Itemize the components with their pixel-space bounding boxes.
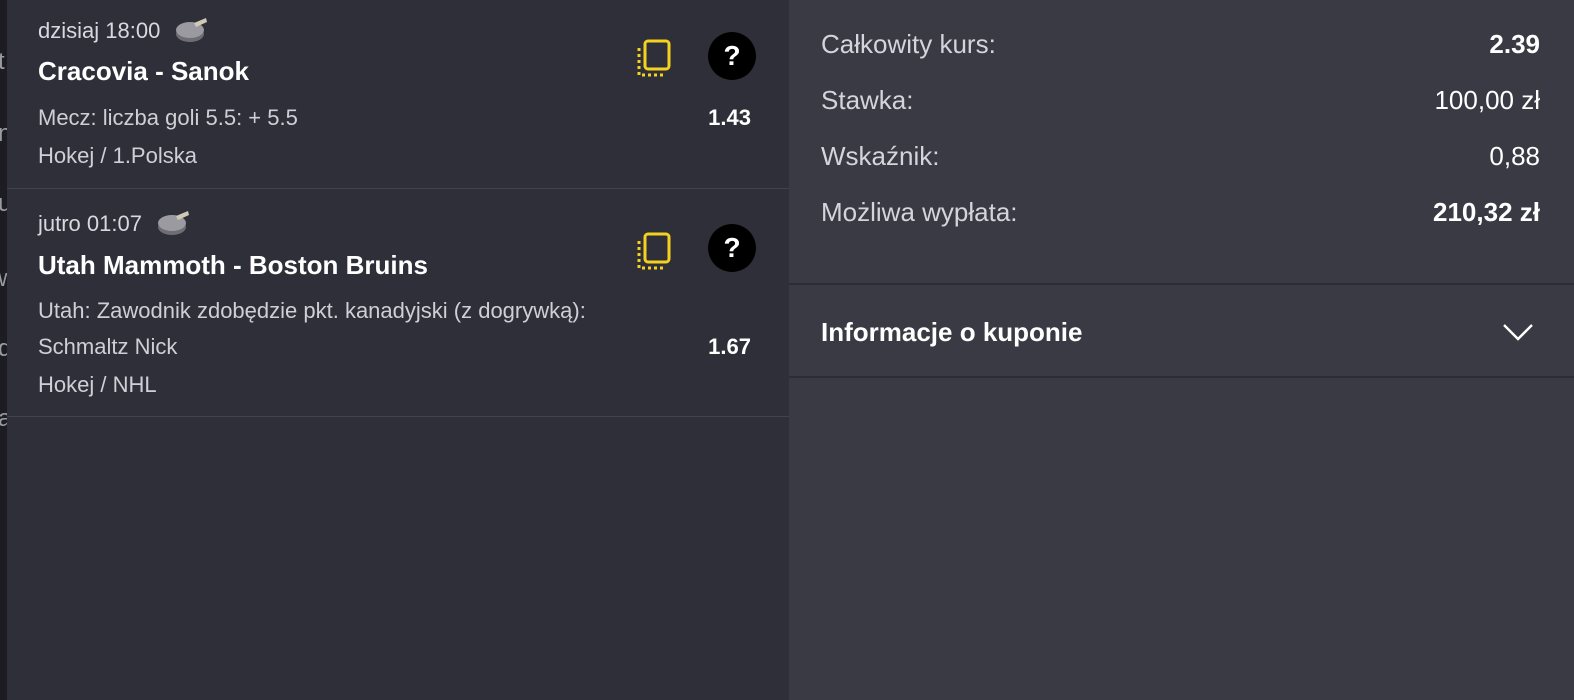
bet-item: jutro 01:07 Utah Mammoth - Boston Bruins… <box>7 189 789 417</box>
indicator-row: Wskaźnik: 0,88 <box>821 138 1540 174</box>
payout-row: Możliwa wypłata: 210,32 zł <box>821 194 1540 230</box>
indicator-value: 0,88 <box>1489 140 1540 171</box>
total-odds-value: 2.39 <box>1489 28 1540 59</box>
coupon-info-label: Informacje o kuponie <box>821 316 1083 347</box>
bet-item: dzisiaj 18:00 Cracovia - Sanok Mecz: lic… <box>7 0 789 189</box>
bet-time: jutro 01:07 <box>38 210 190 237</box>
total-odds-row: Całkowity kurs: 2.39 <box>821 26 1540 62</box>
puck-icon <box>176 18 208 42</box>
help-icon[interactable]: ? <box>708 32 756 80</box>
divider <box>789 283 1574 285</box>
bet-market: Mecz: liczba goli 5.5: + 5.5 <box>38 105 298 130</box>
divider <box>789 376 1574 378</box>
bet-league: Hokej / 1.Polska <box>38 143 197 168</box>
bet-title: Cracovia - Sanok <box>38 56 249 86</box>
bet-time: dzisiaj 18:00 <box>38 17 208 44</box>
background-page-edge: t n u w d a <box>0 0 7 700</box>
coupon-info-toggle[interactable]: Informacje o kuponie <box>821 312 1534 352</box>
stake-value: 100,00 zł <box>1434 84 1540 115</box>
bet-odds: 1.67 <box>708 334 751 359</box>
coupon-summary: Całkowity kurs: 2.39 Stawka: 100,00 zł W… <box>789 0 1574 700</box>
puck-icon <box>158 211 190 235</box>
total-odds-label: Całkowity kurs: <box>821 28 996 59</box>
bet-market: Utah: Zawodnik zdobędzie pkt. kanadyjski… <box>38 298 586 323</box>
stake-label: Stawka: <box>821 84 914 115</box>
copy-icon[interactable] <box>635 39 671 79</box>
payout-label: Możliwa wypłata: <box>821 196 1018 227</box>
chevron-down-icon <box>1503 324 1533 341</box>
payout-value: 210,32 zł <box>1433 196 1540 227</box>
copy-icon[interactable] <box>635 232 671 272</box>
bet-title: Utah Mammoth - Boston Bruins <box>38 250 428 280</box>
bet-odds: 1.43 <box>708 105 751 130</box>
stake-row: Stawka: 100,00 zł <box>821 82 1540 118</box>
help-icon[interactable]: ? <box>708 224 756 272</box>
indicator-label: Wskaźnik: <box>821 140 940 171</box>
bet-league: Hokej / NHL <box>38 372 157 397</box>
bet-selection: Schmaltz Nick <box>38 334 178 359</box>
bet-list: dzisiaj 18:00 Cracovia - Sanok Mecz: lic… <box>7 0 789 700</box>
